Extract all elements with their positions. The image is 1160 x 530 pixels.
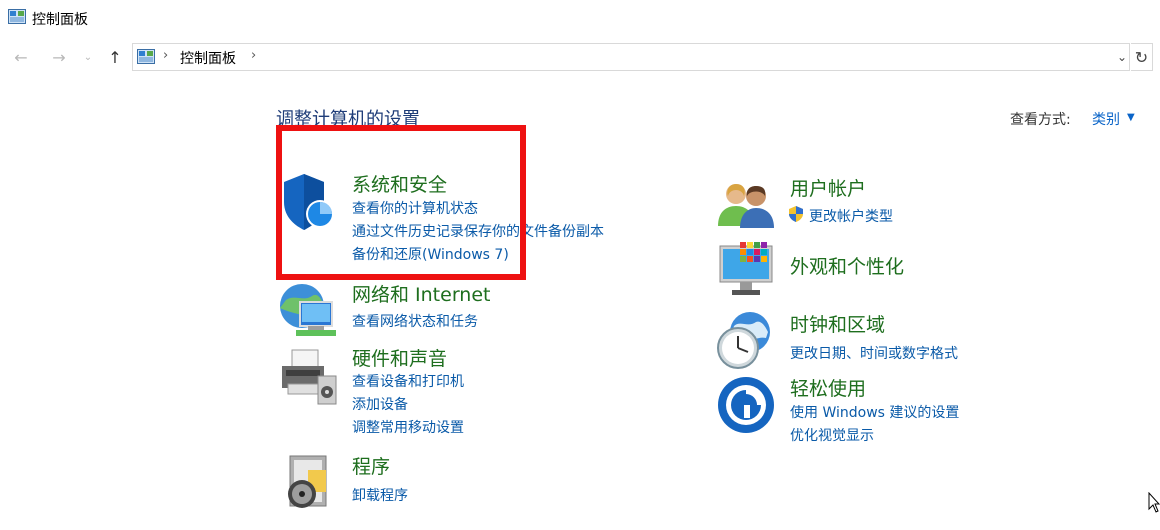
ease-of-access-icon[interactable]: [716, 374, 776, 436]
mouse-cursor-icon: [1148, 492, 1160, 513]
link-recommended-settings[interactable]: 使用 Windows 建议的设置: [790, 402, 959, 422]
control-panel-icon: [8, 9, 26, 24]
address-bar[interactable]: › 控制面板 › ⌄: [132, 43, 1130, 71]
recent-locations-button[interactable]: ⌄: [80, 46, 96, 68]
link-optimize-visual-display[interactable]: 优化视觉显示: [790, 425, 874, 445]
link-mobility-settings[interactable]: 调整常用移动设置: [352, 417, 464, 437]
title-bar: 控制面板: [0, 0, 1160, 36]
navigation-bar: ← → ⌄ ↑ › 控制面板 › ⌄ ↻: [0, 40, 1160, 74]
address-dropdown-icon[interactable]: ⌄: [1117, 50, 1127, 64]
arrow-up-icon: ↑: [108, 47, 122, 67]
category-title-programs[interactable]: 程序: [352, 452, 390, 479]
back-button[interactable]: ←: [10, 46, 32, 68]
uac-shield-icon: [789, 206, 803, 222]
category-title-clock-region[interactable]: 时钟和区域: [790, 310, 885, 337]
link-devices-printers[interactable]: 查看设备和打印机: [352, 371, 464, 391]
highlight-box: [276, 125, 526, 280]
chevron-down-icon: ⌄: [83, 51, 93, 63]
link-add-device[interactable]: 添加设备: [352, 394, 408, 414]
users-icon[interactable]: [716, 174, 776, 236]
link-change-account-type[interactable]: 更改帐户类型: [809, 206, 893, 226]
clock-globe-icon[interactable]: [716, 310, 776, 372]
category-title-appearance[interactable]: 外观和个性化: [790, 252, 904, 279]
link-network-status[interactable]: 查看网络状态和任务: [352, 311, 478, 331]
category-network: 网络和 Internet 查看网络状态和任务: [278, 280, 578, 340]
category-clock-region: 时钟和区域 更改日期、时间或数字格式: [716, 310, 1016, 370]
refresh-icon: ↻: [1134, 47, 1149, 67]
arrow-left-icon: ←: [14, 47, 28, 67]
breadcrumb-separator-icon[interactable]: ›: [251, 48, 256, 63]
network-globe-icon[interactable]: [278, 280, 338, 342]
category-title-user-accounts[interactable]: 用户帐户: [790, 174, 866, 201]
refresh-button[interactable]: ↻: [1131, 43, 1153, 71]
printer-icon[interactable]: [278, 344, 338, 406]
breadcrumb-separator-icon[interactable]: ›: [163, 48, 168, 63]
control-panel-icon: [137, 49, 155, 64]
view-mode-dropdown[interactable]: 类别: [1092, 109, 1120, 129]
appearance-monitor-icon[interactable]: [716, 240, 776, 302]
up-button[interactable]: ↑: [104, 46, 126, 68]
category-hardware: 硬件和声音 查看设备和打印机 添加设备 调整常用移动设置: [278, 344, 578, 444]
category-appearance: 外观和个性化: [716, 240, 1016, 300]
category-title-ease-of-access[interactable]: 轻松使用: [790, 374, 866, 401]
category-user-accounts: 用户帐户 更改帐户类型: [716, 174, 1016, 234]
category-ease-of-access: 轻松使用 使用 Windows 建议的设置 优化视觉显示: [716, 374, 1016, 444]
window-title: 控制面板: [32, 12, 88, 28]
category-programs: 程序 卸载程序: [278, 452, 578, 512]
category-title-hardware[interactable]: 硬件和声音: [352, 344, 447, 371]
category-title-network[interactable]: 网络和 Internet: [352, 280, 490, 307]
breadcrumb-control-panel[interactable]: 控制面板: [180, 48, 236, 68]
programs-icon[interactable]: [278, 452, 338, 514]
caret-down-icon[interactable]: ▼: [1127, 112, 1135, 123]
view-mode-label: 查看方式:: [1010, 112, 1071, 128]
link-change-date-time-format[interactable]: 更改日期、时间或数字格式: [790, 343, 958, 363]
link-uninstall-program[interactable]: 卸载程序: [352, 485, 408, 505]
forward-button[interactable]: →: [48, 46, 70, 68]
arrow-right-icon: →: [52, 47, 66, 67]
